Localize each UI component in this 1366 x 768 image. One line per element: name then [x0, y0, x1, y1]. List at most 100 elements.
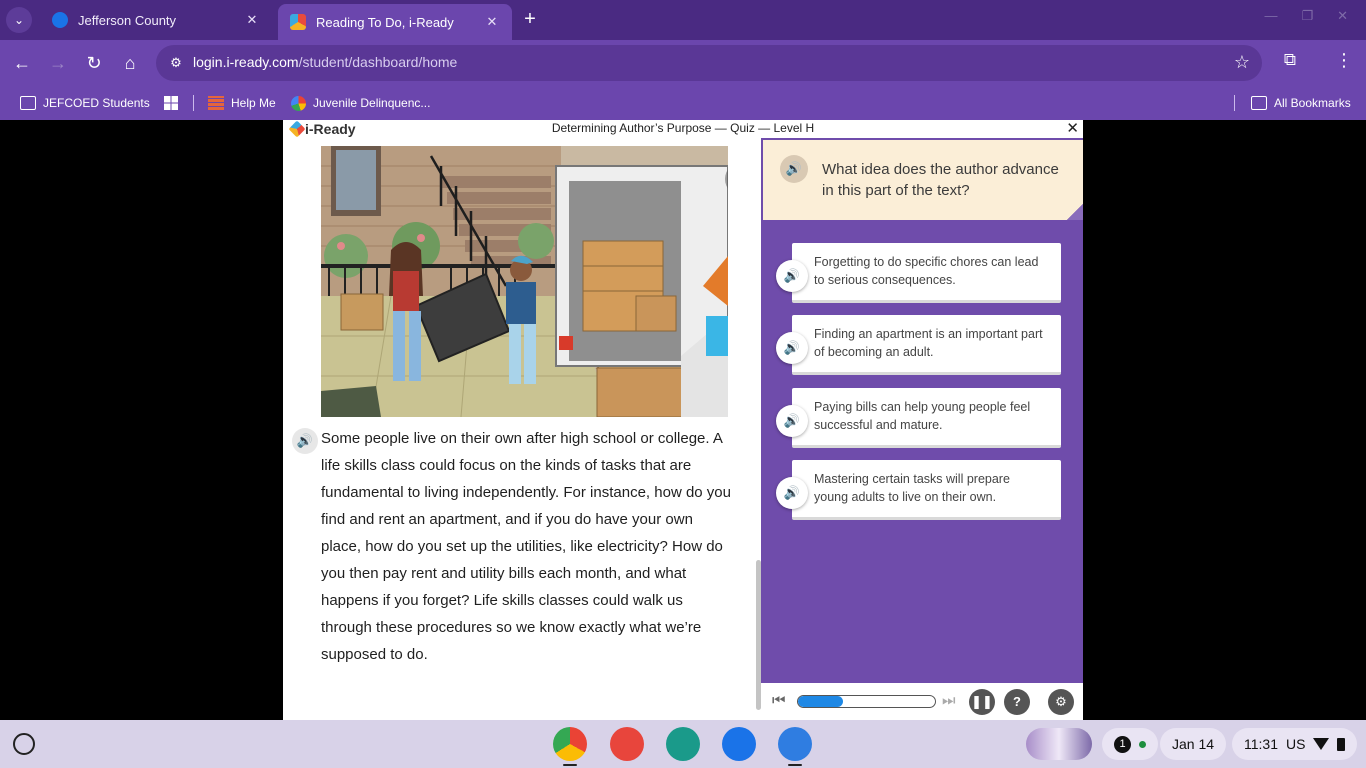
chromeos-shelf: 1 Jan 14 11:31 US: [0, 720, 1366, 768]
answer-audio-speaker-icon[interactable]: 🔊: [776, 405, 808, 437]
restore-icon[interactable]: ❐: [1301, 8, 1313, 24]
running-indicator: [563, 764, 577, 766]
bookmarks-divider: [1234, 95, 1235, 111]
chrome-icon[interactable]: [553, 727, 587, 761]
bookmark-star-icon[interactable]: ☆: [1234, 52, 1250, 73]
answer-audio-speaker-icon[interactable]: 🔊: [776, 332, 808, 364]
window-controls: — ❐ ✕: [1264, 8, 1348, 24]
url-path: /student/dashboard/home: [298, 54, 458, 70]
help-question-icon[interactable]: ?: [1004, 689, 1030, 715]
locale-text: US: [1286, 736, 1306, 752]
lesson-header: i-Ready Determining Author’s Purpose — Q…: [283, 120, 1083, 138]
answer-audio-speaker-icon[interactable]: 🔊: [776, 477, 808, 509]
bookmark-label: All Bookmarks: [1274, 96, 1351, 110]
skip-forward-icon[interactable]: ⏭: [942, 692, 956, 709]
status-tray[interactable]: 11:31 US: [1232, 728, 1358, 760]
tab-search-chevron-icon[interactable]: ⌄: [6, 7, 32, 33]
lesson-progress-fill: [798, 696, 844, 707]
lesson-controls-bar: ⏮ ⏭ ❚❚ ? ⚙: [761, 683, 1083, 720]
lesson-progress-bar: [797, 695, 936, 708]
bookmarks-bar: JEFCOED Students Help Me Juvenile Delinq…: [0, 86, 1366, 120]
reading-pane: ⤢ 🔊 Some people live on their own after …: [283, 138, 761, 720]
notification-count: 1: [1114, 735, 1131, 753]
lesson-close-icon[interactable]: ✕: [1066, 120, 1079, 138]
bookmark-jefcoed-students[interactable]: JEFCOED Students: [20, 93, 150, 113]
site-info-icon[interactable]: ⚙: [166, 53, 186, 73]
status-dot-icon: [1139, 740, 1146, 748]
answer-audio-speaker-icon[interactable]: 🔊: [776, 260, 808, 292]
wifi-icon: [1313, 738, 1330, 750]
skip-back-icon[interactable]: ⏮: [772, 692, 786, 709]
question-pane: 🔊 What idea does the author advance in t…: [761, 138, 1083, 720]
apps-grid-icon: [164, 96, 178, 110]
answer-option-4[interactable]: Mastering certain tasks will prepare you…: [776, 460, 1066, 522]
moving-day-illustration: [321, 146, 728, 417]
question-card: 🔊 What idea does the author advance in t…: [763, 140, 1083, 220]
iready-lesson-window: i-Ready Determining Author’s Purpose — Q…: [283, 120, 1083, 720]
url-text[interactable]: login.i-ready.com/student/dashboard/home: [193, 54, 457, 70]
passage-text: Some people live on their own after high…: [321, 430, 731, 663]
google-icon: [291, 95, 306, 111]
screen-capture-icon[interactable]: [778, 727, 812, 761]
files-icon[interactable]: [722, 727, 756, 761]
lesson-title: Determining Author’s Purpose — Quiz — Le…: [551, 121, 815, 135]
time-text: 11:31: [1244, 736, 1278, 752]
answer-text[interactable]: Finding an apartment is an important par…: [792, 315, 1061, 375]
tab-iready[interactable]: Reading To Do, i-Ready ✕: [278, 4, 512, 40]
bookmark-all-bookmarks[interactable]: All Bookmarks: [1251, 93, 1351, 113]
home-icon[interactable]: ⌂: [118, 51, 142, 75]
canvas-paint-icon[interactable]: [610, 727, 644, 761]
date-tray[interactable]: Jan 14: [1160, 728, 1227, 760]
answer-text[interactable]: Mastering certain tasks will prepare you…: [792, 460, 1061, 520]
close-tab-icon[interactable]: ✕: [244, 12, 260, 28]
bookmark-help-me[interactable]: Help Me: [208, 93, 276, 113]
holding-space-thumbnails[interactable]: [1026, 728, 1092, 760]
answer-text[interactable]: Paying bills can help young people feel …: [792, 388, 1061, 448]
passage-illustration: ⤢: [321, 146, 728, 417]
forward-arrow-icon[interactable]: →: [46, 51, 70, 75]
brick-icon: [208, 96, 224, 110]
url-host: login.i-ready.com: [193, 54, 299, 70]
answer-option-1[interactable]: Forgetting to do specific chores can lea…: [776, 243, 1066, 305]
running-indicator: [788, 764, 802, 766]
answer-option-3[interactable]: Paying bills can help young people feel …: [776, 388, 1066, 450]
bookmark-juvenile-delinquency[interactable]: Juvenile Delinquenc...: [291, 93, 430, 113]
tab-strip: ⌄ Jefferson County ✕ Reading To Do, i-Re…: [0, 0, 1366, 40]
answer-option-2[interactable]: Finding an apartment is an important par…: [776, 315, 1066, 377]
kebab-menu-icon[interactable]: ⋮: [1332, 50, 1356, 74]
question-text: What idea does the author advance in thi…: [822, 161, 1059, 199]
back-arrow-icon[interactable]: ←: [10, 51, 34, 75]
date-text: Jan 14: [1172, 736, 1215, 752]
tab-title: Reading To Do, i-Ready: [316, 14, 454, 30]
pause-icon[interactable]: ❚❚: [969, 689, 995, 715]
page-viewport: i-Ready Determining Author’s Purpose — Q…: [0, 120, 1366, 720]
new-tab-plus-icon[interactable]: +: [518, 8, 542, 32]
page-fold-decoration: [1067, 204, 1083, 220]
window-close-icon[interactable]: ✕: [1337, 8, 1348, 24]
answer-text[interactable]: Forgetting to do specific chores can lea…: [792, 243, 1061, 303]
bookmark-apps[interactable]: [164, 93, 178, 113]
address-bar[interactable]: ⚙ login.i-ready.com/student/dashboard/ho…: [156, 45, 1262, 81]
folder-icon: [1251, 96, 1267, 110]
folder-icon: [20, 96, 36, 110]
launcher-icon[interactable]: [13, 733, 35, 755]
bookmark-label: JEFCOED Students: [43, 96, 150, 110]
passage-audio-speaker-icon[interactable]: 🔊: [292, 428, 318, 454]
extensions-puzzle-icon[interactable]: ⧉: [1278, 50, 1302, 74]
minimize-icon[interactable]: —: [1264, 8, 1277, 24]
bookmark-label: Juvenile Delinquenc...: [313, 96, 431, 110]
bookmarks-divider: [193, 95, 194, 111]
notification-tray[interactable]: 1: [1102, 728, 1158, 760]
tab-jefferson-county[interactable]: Jefferson County ✕: [40, 4, 272, 36]
tab-title: Jefferson County: [78, 12, 177, 28]
browser-toolbar: ← → ↻ ⌂ ⚙ login.i-ready.com/student/dash…: [0, 40, 1366, 86]
reload-icon[interactable]: ↻: [82, 51, 106, 75]
battery-icon: [1337, 737, 1346, 751]
jefferson-county-favicon-icon: [52, 12, 68, 28]
bookmark-label: Help Me: [231, 96, 276, 110]
iready-favicon-icon: [290, 14, 306, 30]
question-audio-speaker-icon[interactable]: 🔊: [780, 155, 808, 183]
settings-gear-icon[interactable]: ⚙: [1048, 689, 1074, 715]
close-tab-icon[interactable]: ✕: [484, 14, 500, 30]
classroom-icon[interactable]: [666, 727, 700, 761]
